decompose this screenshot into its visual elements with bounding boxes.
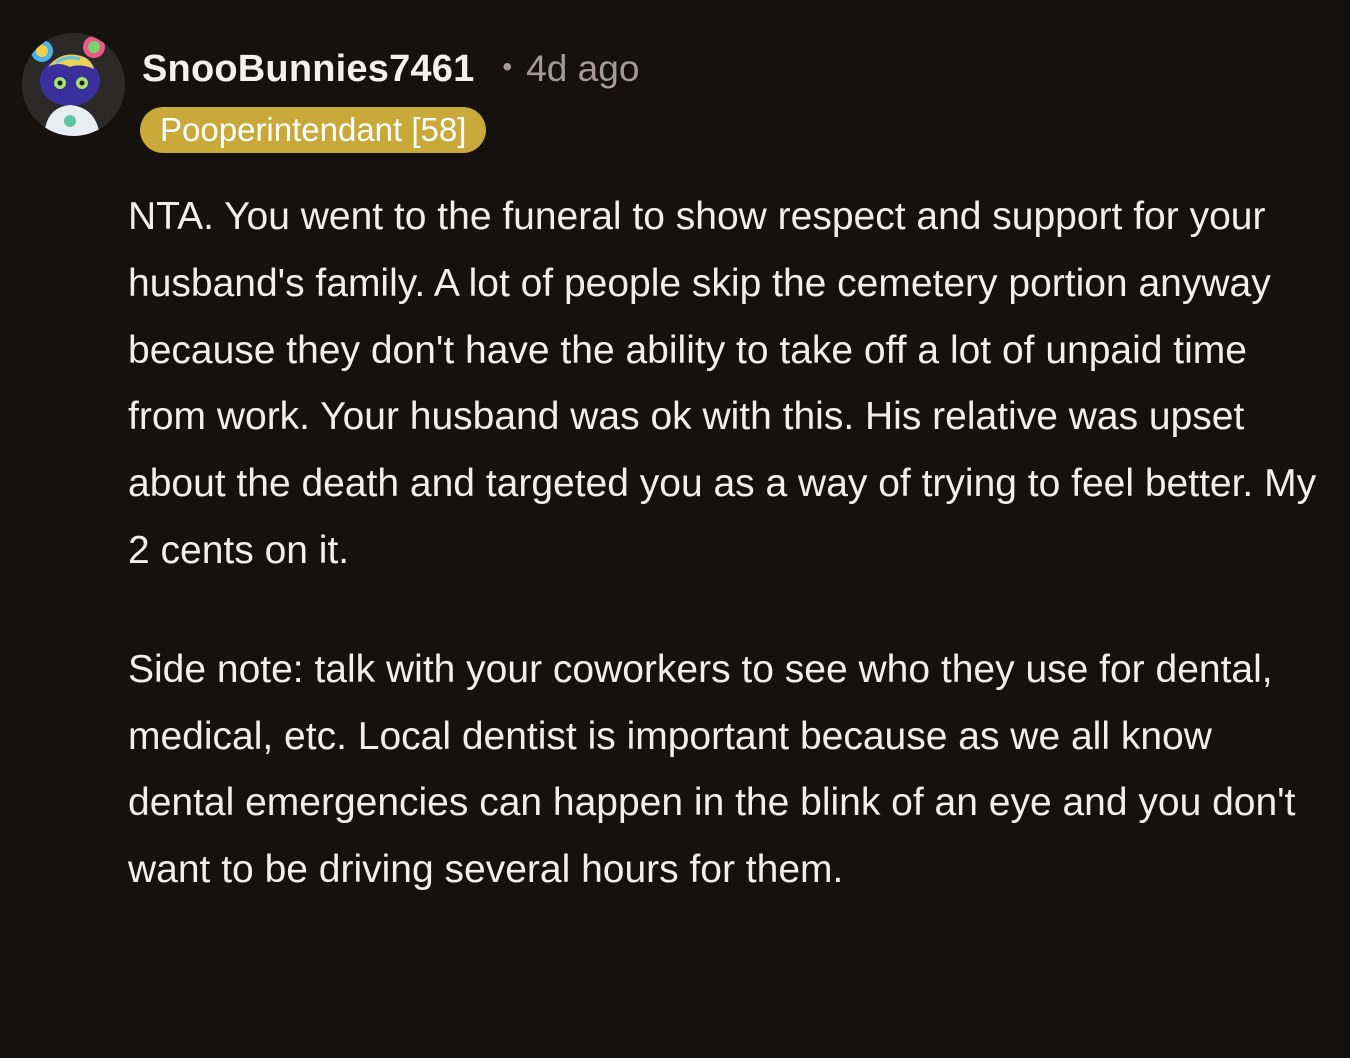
meta-separator: • <box>502 51 513 82</box>
comment-body: NTA. You went to the funeral to show res… <box>128 184 1328 904</box>
comment-paragraph: NTA. You went to the funeral to show res… <box>128 195 1317 572</box>
author-username[interactable]: SnooBunnies7461 <box>142 48 474 91</box>
comment-header: SnooBunnies7461 • 4d ago <box>142 44 639 94</box>
comment-timestamp[interactable]: 4d ago <box>526 48 639 90</box>
comment: SnooBunnies7461 • 4d ago Pooperintendant… <box>0 0 1350 1058</box>
user-flair-badge: Pooperintendant [58] <box>140 107 487 153</box>
snoo-avatar-icon <box>22 33 125 136</box>
user-avatar[interactable] <box>22 33 125 136</box>
comment-paragraph: Side note: talk with your coworkers to s… <box>128 647 1296 892</box>
